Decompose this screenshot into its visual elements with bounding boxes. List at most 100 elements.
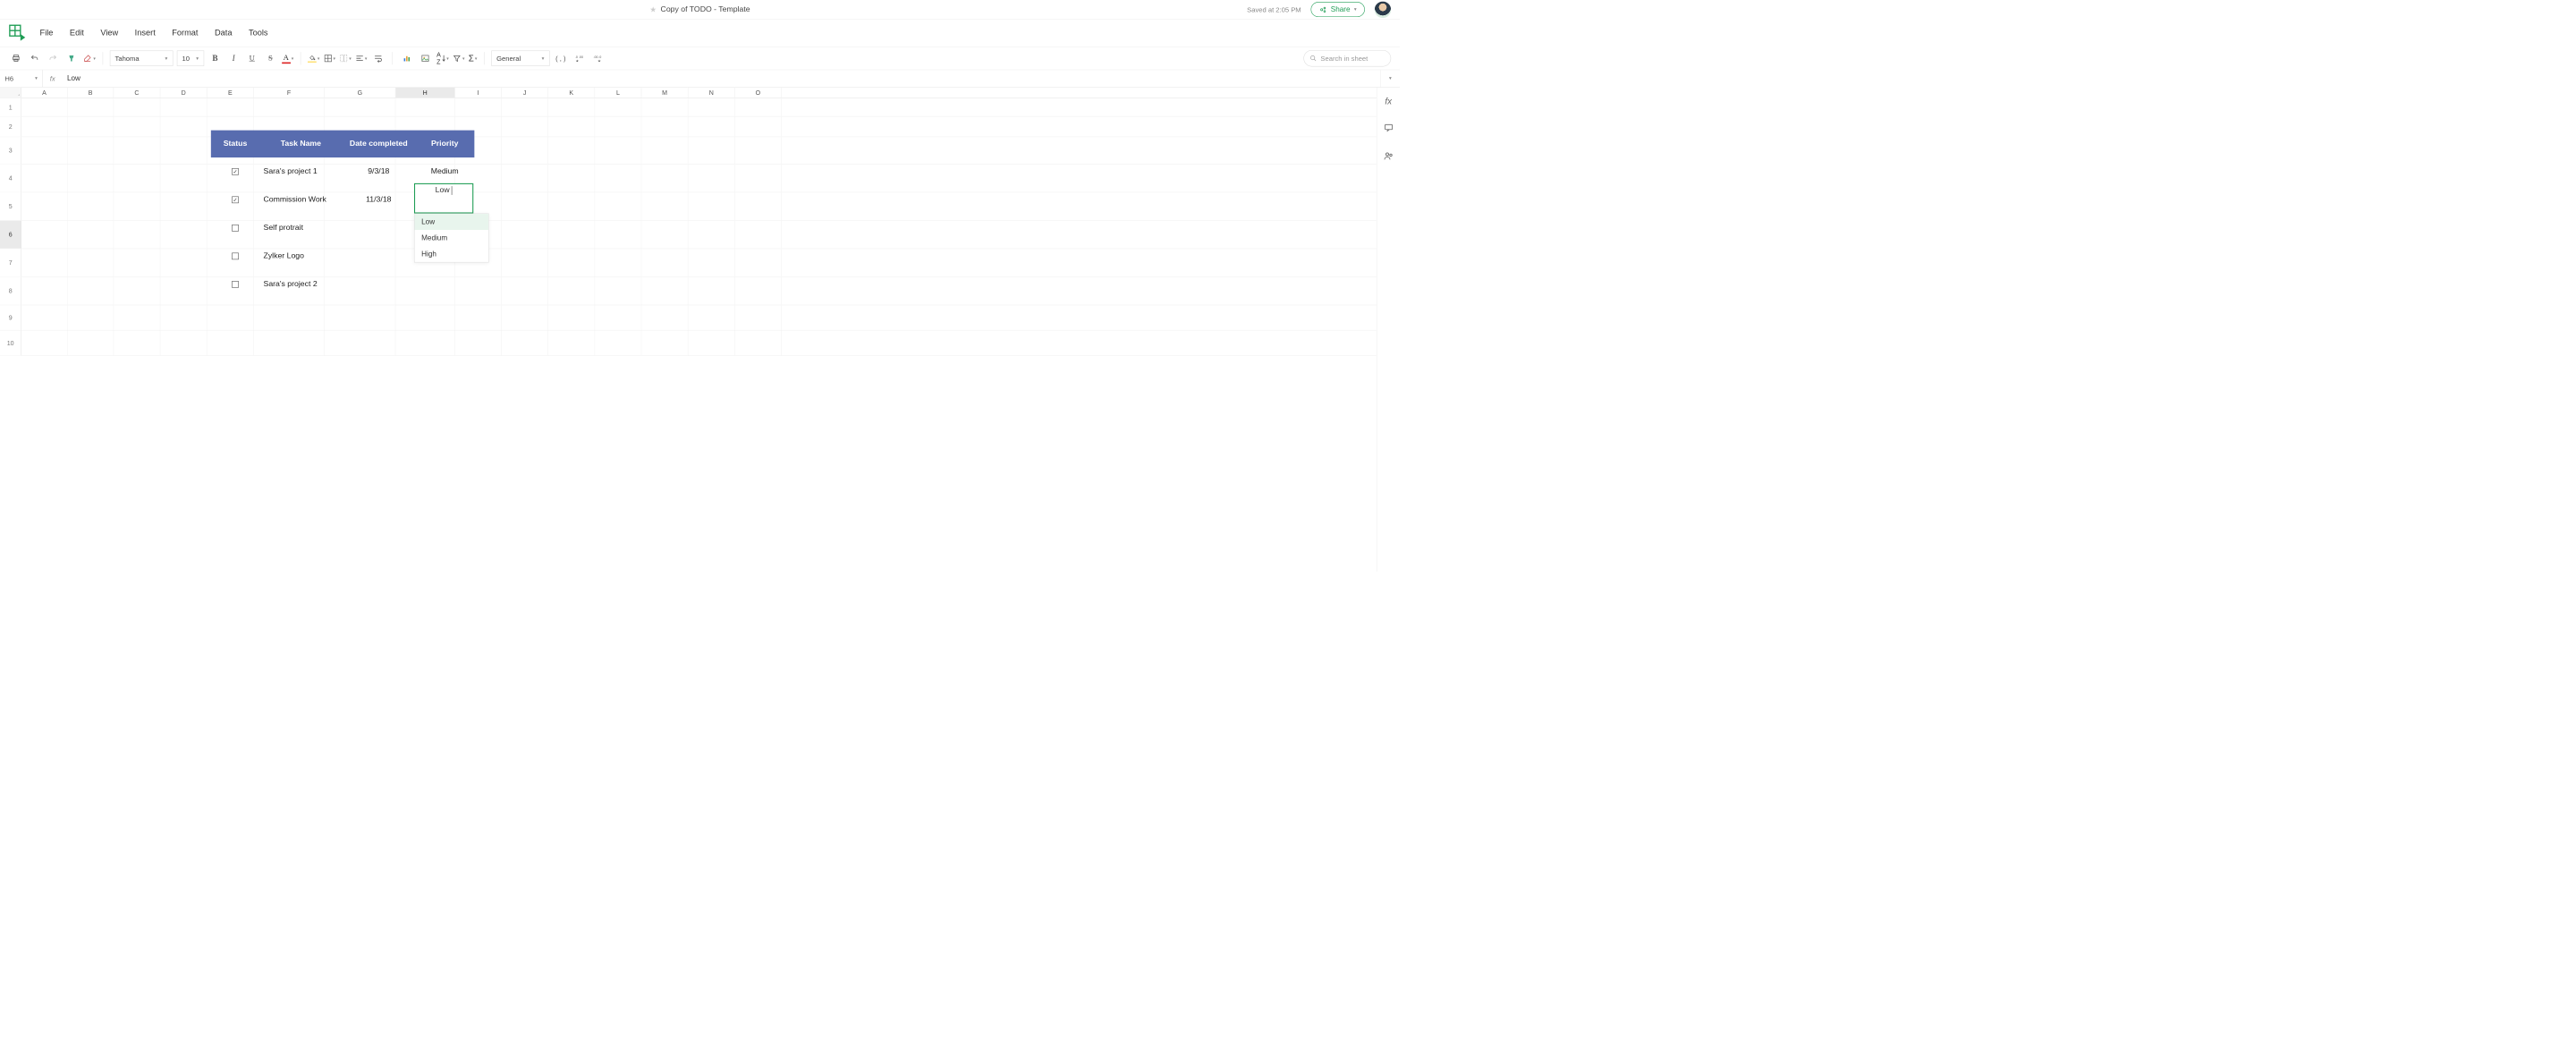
cell-N5[interactable] [688,192,734,220]
cell-M2[interactable] [641,116,688,136]
cell-N4[interactable] [688,165,734,192]
cell-D4[interactable] [160,165,207,192]
avatar[interactable] [1375,1,1391,17]
row-header-3[interactable]: 3 [0,137,21,164]
column-header-H[interactable]: H [395,88,454,98]
cell-C10[interactable] [114,331,160,356]
cell-K4[interactable] [548,165,595,192]
search-input[interactable]: Search in sheet [1303,50,1391,66]
star-icon[interactable]: ★ [649,4,657,14]
cell-J1[interactable] [502,98,548,116]
app-logo[interactable] [9,24,27,42]
cell-K1[interactable] [548,98,595,116]
cell-J5[interactable] [502,192,548,220]
cell-J9[interactable] [502,305,548,330]
cell-M10[interactable] [641,331,688,356]
cell-O9[interactable] [735,305,782,330]
bold-button[interactable]: B [208,51,222,65]
column-header-E[interactable]: E [207,88,253,98]
cell-J3[interactable] [502,137,548,164]
cell-A2[interactable] [21,116,68,136]
sort-button[interactable]: AZ▾ [436,51,449,65]
select-all-corner[interactable]: ⌟ [0,88,21,98]
dropdown-option-low[interactable]: Low [415,214,489,230]
column-header-C[interactable]: C [114,88,160,98]
cell-B5[interactable] [68,192,114,220]
cell-L8[interactable] [595,277,641,305]
date-cell[interactable]: 11/3/18 [343,195,416,204]
cell-C7[interactable] [114,249,160,276]
cell-O8[interactable] [735,277,782,305]
cell-D1[interactable] [160,98,207,116]
cell-L3[interactable] [595,137,641,164]
cell-L4[interactable] [595,165,641,192]
column-header-N[interactable]: N [688,88,734,98]
column-header-D[interactable]: D [160,88,207,98]
cell-A8[interactable] [21,277,68,305]
cell-B8[interactable] [68,277,114,305]
task-name-cell[interactable]: Sara's project 2 [259,280,342,289]
borders-button[interactable]: ▾ [324,54,335,63]
cell-B9[interactable] [68,305,114,330]
cell-K2[interactable] [548,116,595,136]
name-box[interactable]: H6▾ [0,70,43,87]
checkbox[interactable] [232,168,239,175]
cell-D10[interactable] [160,331,207,356]
cell-H10[interactable] [395,331,454,356]
row-header-1[interactable]: 1 [0,98,21,116]
cell-C9[interactable] [114,305,160,330]
comments-icon[interactable] [1384,123,1394,133]
cell-B10[interactable] [68,331,114,356]
row-header-7[interactable]: 7 [0,249,21,276]
cell-G10[interactable] [325,331,395,356]
cell-O3[interactable] [735,137,782,164]
row-header-6[interactable]: 6 [0,221,21,249]
cell-H9[interactable] [395,305,454,330]
formula-input[interactable]: Low [63,74,1381,82]
cell-C4[interactable] [114,165,160,192]
cell-D8[interactable] [160,277,207,305]
row-header-8[interactable]: 8 [0,277,21,305]
decrease-decimal-button[interactable]: .00.0 [590,51,605,65]
table-header-taskname[interactable]: Task Name [259,131,342,157]
cell-L10[interactable] [595,331,641,356]
cell-A7[interactable] [21,249,68,276]
cell-M9[interactable] [641,305,688,330]
cell-B4[interactable] [68,165,114,192]
cell-M8[interactable] [641,277,688,305]
cell-J8[interactable] [502,277,548,305]
cell-O7[interactable] [735,249,782,276]
cell-O10[interactable] [735,331,782,356]
cell-A9[interactable] [21,305,68,330]
cell-J6[interactable] [502,221,548,249]
checkbox[interactable] [232,253,239,260]
cell-O1[interactable] [735,98,782,116]
cell-N2[interactable] [688,116,734,136]
column-header-J[interactable]: J [502,88,548,98]
cell-A5[interactable] [21,192,68,220]
checkbox[interactable] [232,225,239,232]
formula-expand-icon[interactable]: ▾ [1380,70,1400,87]
cell-E9[interactable] [207,305,253,330]
column-header-B[interactable]: B [68,88,114,98]
collaborators-icon[interactable] [1383,150,1394,163]
column-header-G[interactable]: G [325,88,395,98]
menu-format[interactable]: Format [172,29,198,38]
cell-N10[interactable] [688,331,734,356]
row-header-5[interactable]: 5 [0,192,21,220]
cell-L1[interactable] [595,98,641,116]
cell-N1[interactable] [688,98,734,116]
table-header-status[interactable]: Status [211,131,259,157]
cell-D3[interactable] [160,137,207,164]
cell-O4[interactable] [735,165,782,192]
cell-M3[interactable] [641,137,688,164]
row-header-10[interactable]: 10 [0,331,21,356]
cell-J2[interactable] [502,116,548,136]
cell-D7[interactable] [160,249,207,276]
cell-A3[interactable] [21,137,68,164]
column-header-I[interactable]: I [455,88,502,98]
cell-B7[interactable] [68,249,114,276]
dropdown-option-medium[interactable]: Medium [415,230,489,246]
increase-decimal-button[interactable]: .0.00 [572,51,586,65]
merge-button[interactable]: ▾ [339,54,351,63]
